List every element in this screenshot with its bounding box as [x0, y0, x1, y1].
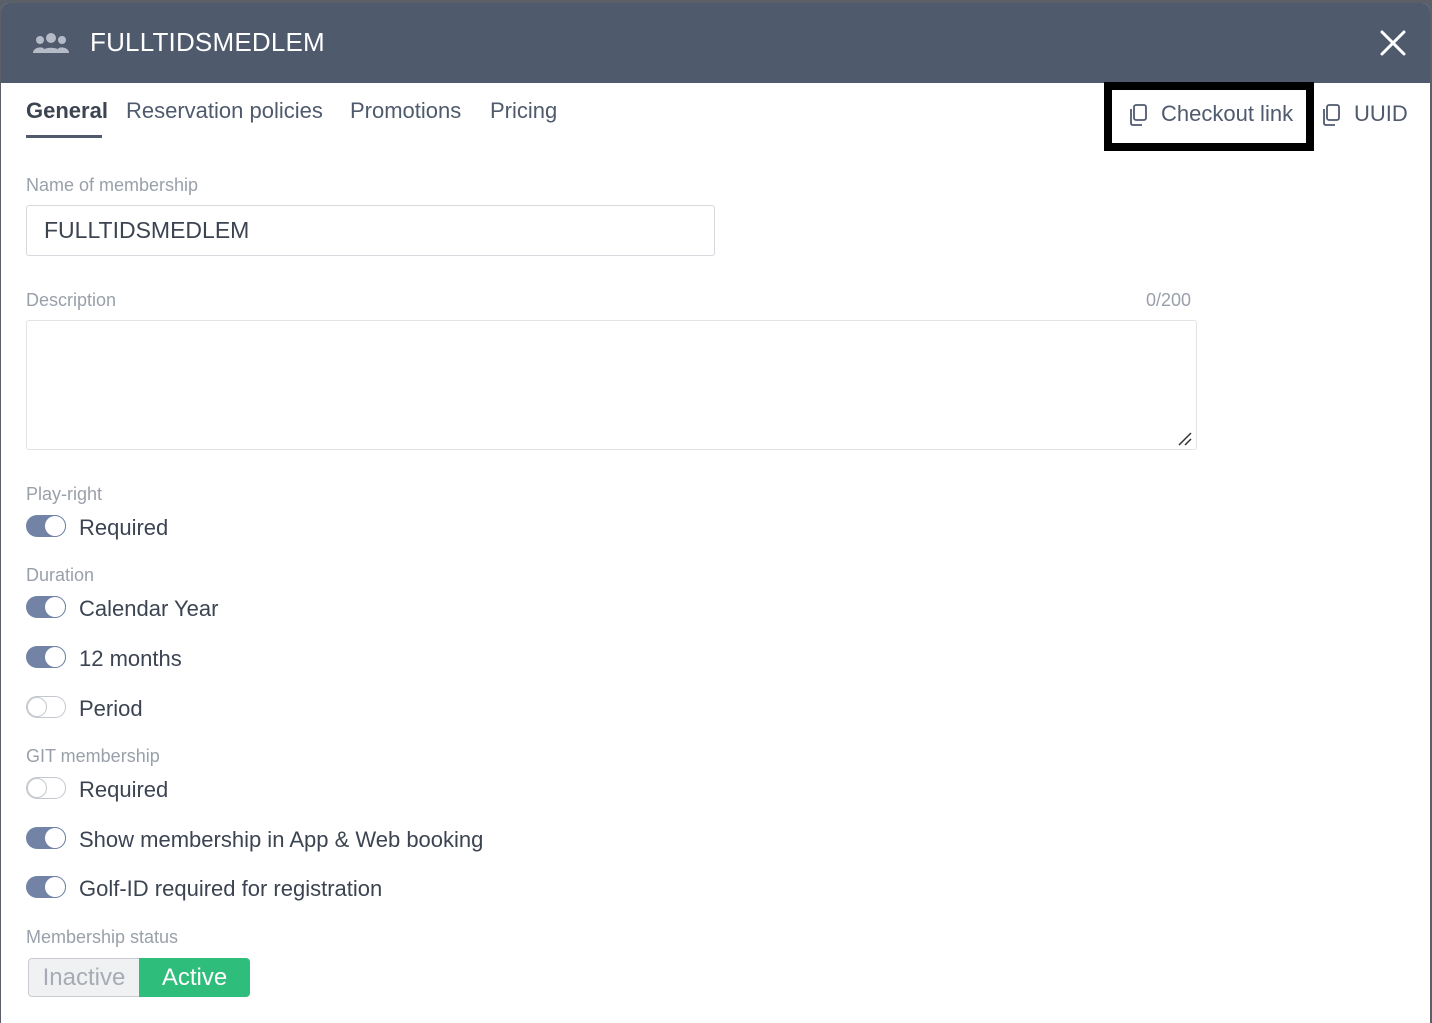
tab-promotions[interactable]: Promotions: [350, 98, 461, 124]
git-required-label: Required: [79, 777, 169, 802]
tab-pricing[interactable]: Pricing: [490, 98, 557, 124]
calendar-year-label: Calendar Year: [79, 596, 219, 621]
resize-handle-icon[interactable]: [1177, 431, 1193, 447]
show-in-app-toggle[interactable]: [26, 827, 66, 849]
tab-general[interactable]: General: [26, 98, 108, 138]
membership-status-label: Membership status: [26, 927, 179, 947]
copy-icon: [1130, 104, 1147, 126]
golf-id-toggle[interactable]: [26, 876, 66, 898]
period-toggle[interactable]: [26, 696, 66, 718]
membership-modal: FULLTIDSMEDLEM General Reservation polic…: [1, 3, 1430, 1023]
name-label: Name of membership: [26, 175, 199, 195]
membership-status-switch: Inactive Active: [28, 958, 250, 997]
status-inactive-button[interactable]: Inactive: [28, 958, 140, 997]
tab-active-indicator: [26, 135, 102, 138]
status-active-button[interactable]: Active: [139, 958, 250, 997]
git-required-toggle[interactable]: [26, 777, 66, 799]
description-counter: 0/200: [1146, 290, 1192, 310]
play-right-label: Play-right: [26, 484, 103, 504]
twelve-months-toggle[interactable]: [26, 646, 66, 668]
golf-id-label: Golf-ID required for registration: [79, 876, 383, 901]
show-in-app-label: Show membership in App & Web booking: [79, 827, 484, 852]
name-input[interactable]: [26, 205, 715, 256]
calendar-year-toggle[interactable]: [26, 596, 66, 618]
uuid-label: UUID: [1354, 101, 1408, 126]
close-icon[interactable]: [1377, 27, 1409, 59]
copy-icon: [1323, 104, 1340, 126]
play-right-required-label: Required: [79, 515, 169, 540]
period-label: Period: [79, 696, 143, 721]
group-icon: [33, 33, 69, 53]
modal-title: FULLTIDSMEDLEM: [90, 27, 325, 57]
git-membership-label: GIT membership: [26, 746, 160, 766]
description-textarea[interactable]: [26, 320, 1197, 450]
twelve-months-label: 12 months: [79, 646, 182, 671]
tab-reservation-policies[interactable]: Reservation policies: [126, 98, 323, 124]
play-right-toggle[interactable]: [26, 515, 66, 537]
modal-header: FULLTIDSMEDLEM: [1, 3, 1430, 83]
duration-label: Duration: [26, 565, 95, 585]
checkout-link-label: Checkout link: [1161, 101, 1294, 126]
description-label: Description: [26, 290, 117, 310]
tab-general-label: General: [26, 98, 108, 123]
